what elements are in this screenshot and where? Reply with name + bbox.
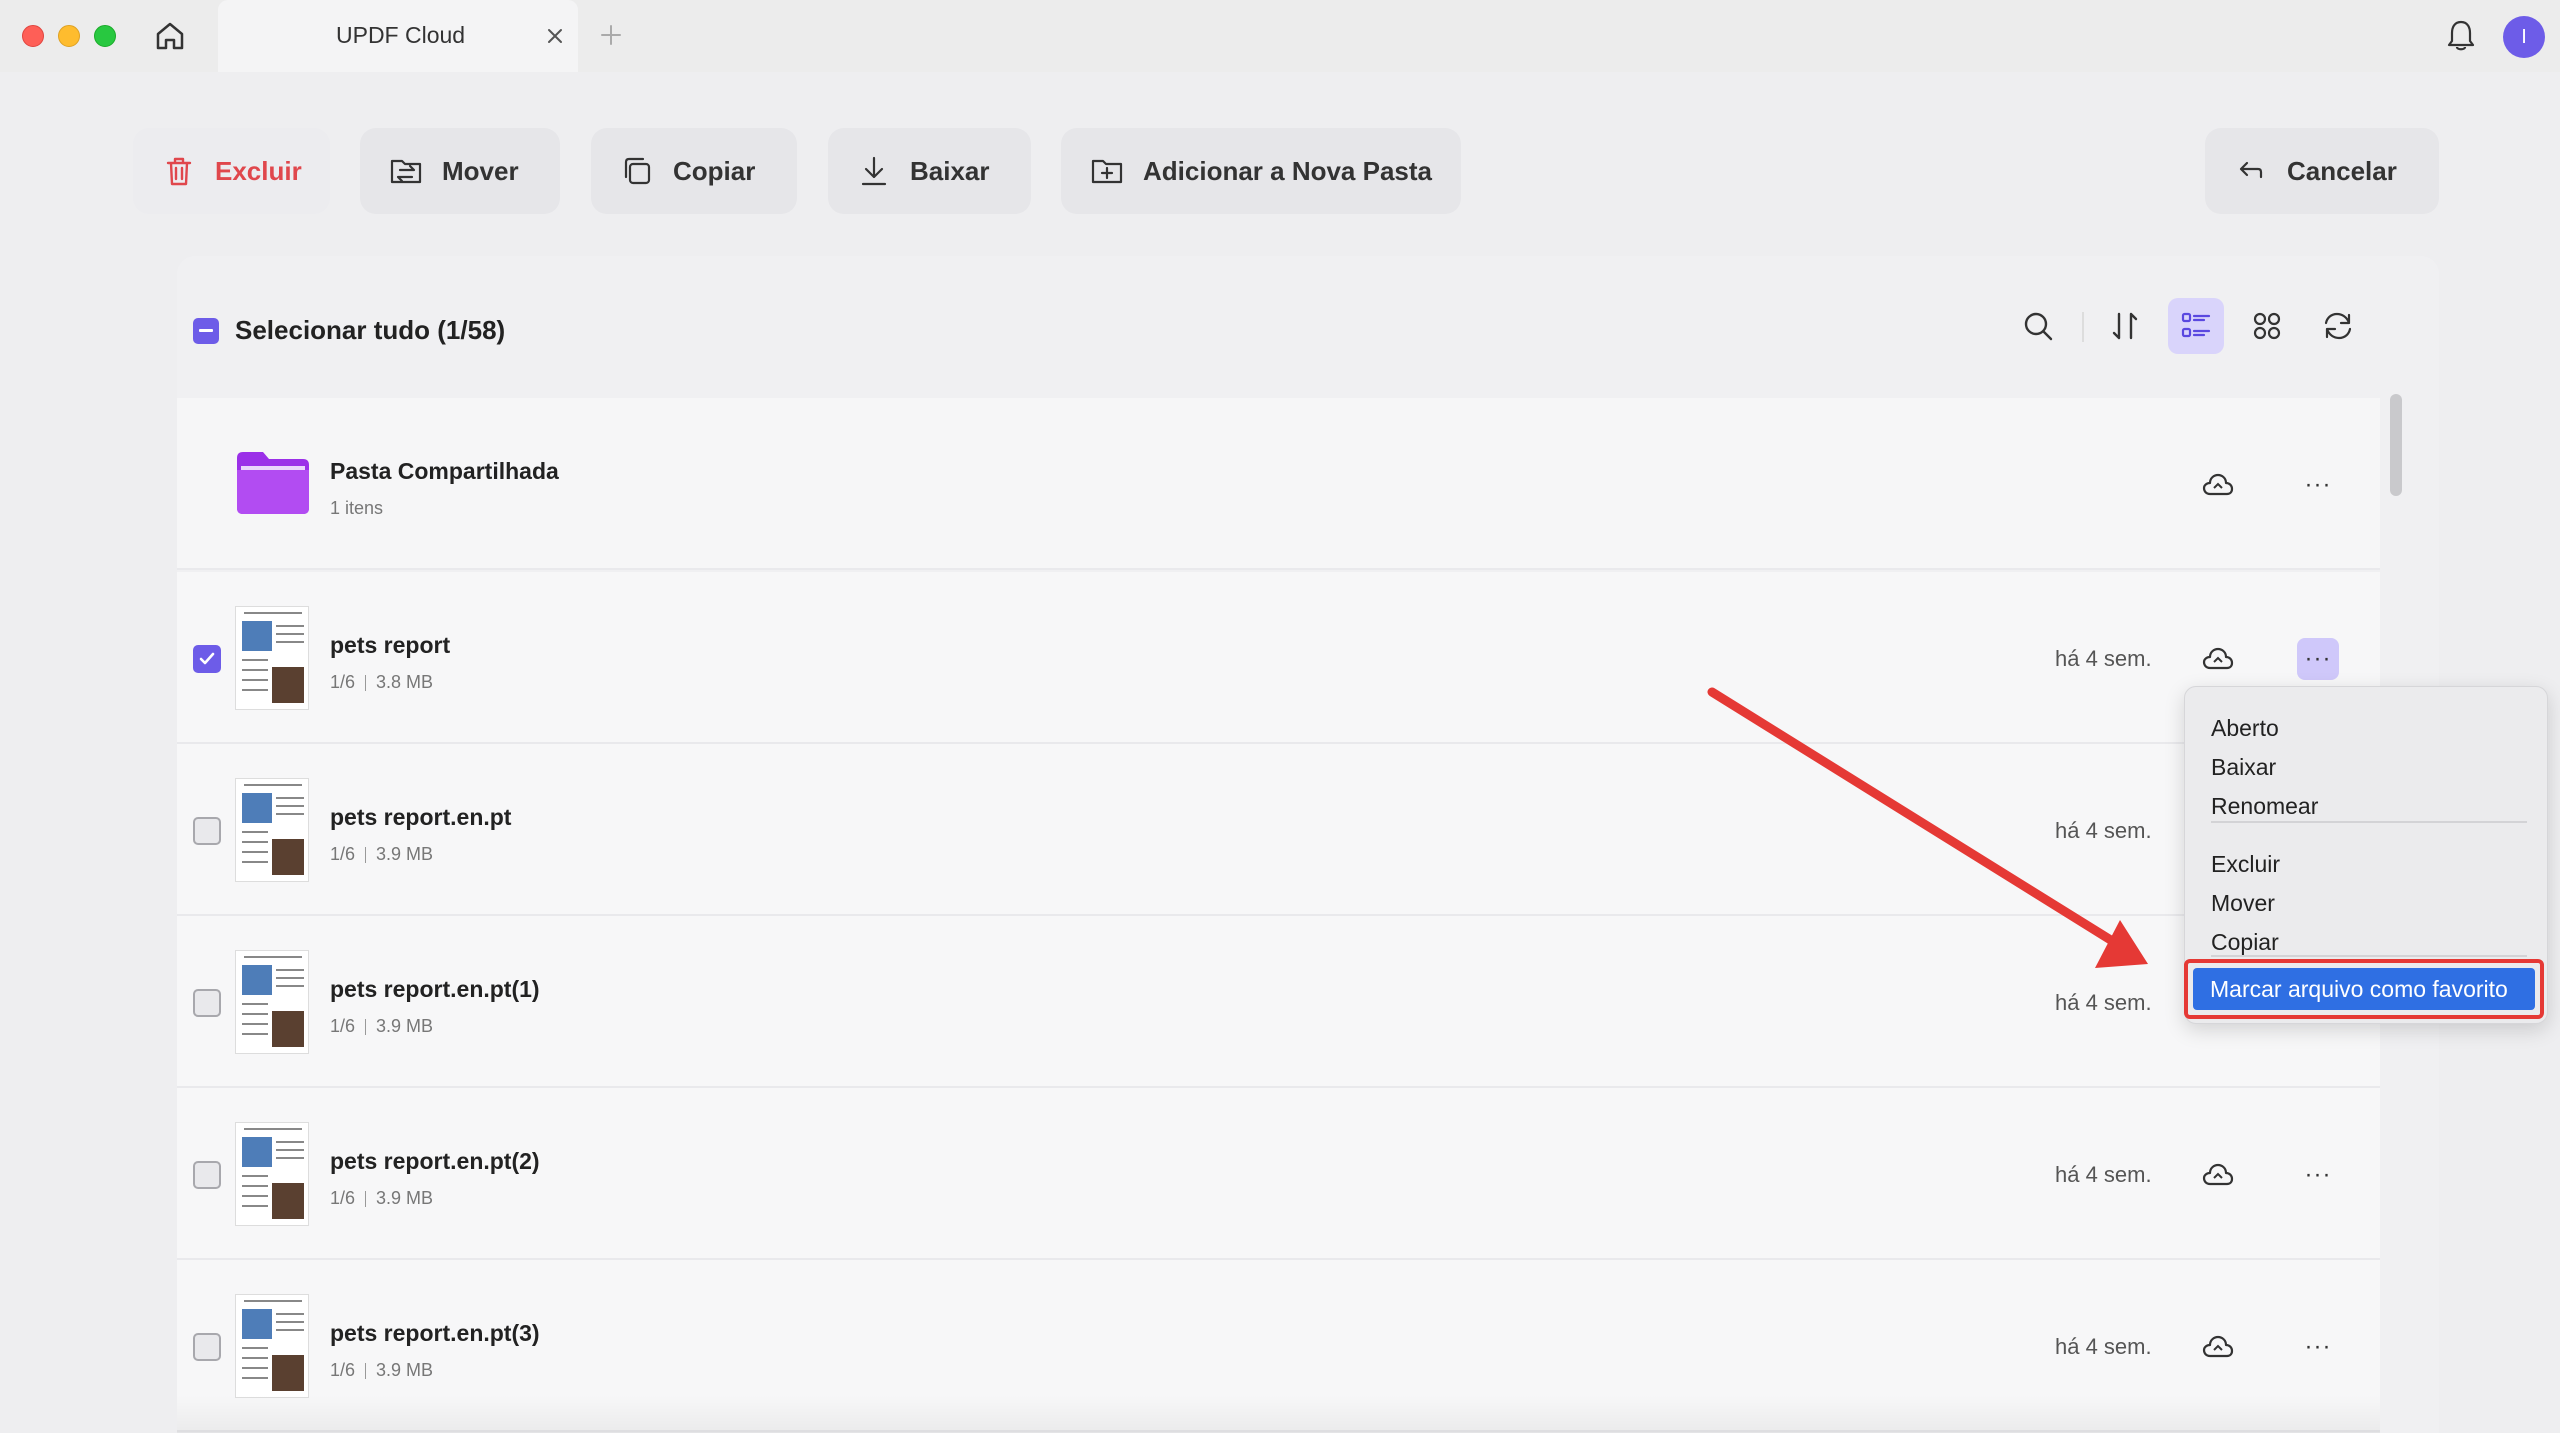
- sort-icon: [2112, 312, 2138, 340]
- file-checkbox[interactable]: [193, 645, 221, 673]
- partial-check-icon: [193, 317, 219, 344]
- list-item-file[interactable]: pets report.en.pt(1) 1/6 3.9 MB há 4 sem.: [177, 916, 2380, 1088]
- file-checkbox[interactable]: [193, 1161, 221, 1189]
- add-new-folder-button[interactable]: Adicionar a Nova Pasta: [1061, 128, 1461, 214]
- file-thumbnail: [235, 606, 309, 710]
- trash-icon: [166, 157, 192, 186]
- file-name: pets report.en.pt: [330, 804, 512, 830]
- more-options-button[interactable]: ···: [2297, 1326, 2339, 1368]
- annotation-highlight-box: [2184, 959, 2544, 1019]
- file-name: pets report.en.pt(2): [330, 1148, 540, 1174]
- list-item-file[interactable]: pets report.en.pt 1/6 3.9 MB há 4 sem.: [177, 744, 2380, 916]
- file-name: pets report: [330, 632, 451, 658]
- cancel-button[interactable]: Cancelar: [2205, 128, 2439, 214]
- select-all-checkbox[interactable]: Selecionar tudo (1/58): [193, 315, 505, 346]
- grid-view-icon: [2253, 312, 2281, 340]
- cancel-label: Cancelar: [2287, 155, 2397, 186]
- list-item-folder[interactable]: Pasta Compartilhada 1 itens ···: [177, 398, 2380, 570]
- file-meta: 1/6 3.9 MB: [330, 1360, 434, 1380]
- folder-icon: [237, 452, 309, 514]
- delete-button[interactable]: Excluir: [133, 128, 330, 214]
- file-list: Pasta Compartilhada 1 itens ··· pets rep…: [177, 398, 2380, 1433]
- file-thumbnail: [235, 950, 309, 1054]
- home-icon[interactable]: [150, 16, 190, 56]
- file-meta: 1/6 3.9 MB: [330, 1016, 434, 1036]
- file-checkbox[interactable]: [193, 1333, 221, 1361]
- download-label: Baixar: [910, 155, 990, 186]
- sort-button[interactable]: [2097, 298, 2153, 354]
- search-button[interactable]: [2010, 298, 2066, 354]
- file-meta: 1/6 3.8 MB: [330, 672, 434, 692]
- file-name: pets report.en.pt(1): [330, 976, 540, 1002]
- delete-label: Excluir: [215, 155, 302, 186]
- file-date: há 4 sem.: [2055, 990, 2152, 1015]
- tab-title: UPDF Cloud: [336, 22, 466, 48]
- menu-divider: [2211, 955, 2527, 957]
- checkmark-icon: [199, 652, 215, 665]
- more-options-button[interactable]: ···: [2297, 464, 2339, 506]
- file-checkbox[interactable]: [193, 817, 221, 845]
- file-name: Pasta Compartilhada: [330, 458, 559, 484]
- more-options-button[interactable]: ···: [2297, 638, 2339, 680]
- select-all-label: Selecionar tudo (1/58): [235, 315, 506, 345]
- file-meta: 1 itens: [330, 498, 384, 518]
- file-date: há 4 sem.: [2055, 1162, 2152, 1187]
- close-icon[interactable]: [543, 24, 567, 48]
- download-icon: [861, 156, 887, 186]
- move-folder-icon: [390, 159, 422, 184]
- list-view-button[interactable]: [2168, 298, 2224, 354]
- cloud-icon: [2202, 473, 2234, 496]
- file-meta: 1/6 3.9 MB: [330, 844, 434, 864]
- cloud-icon: [2202, 647, 2234, 670]
- grid-view-button[interactable]: [2239, 298, 2295, 354]
- move-label: Mover: [442, 155, 519, 186]
- avatar[interactable]: I: [2503, 16, 2545, 58]
- menu-divider: [2211, 821, 2527, 823]
- toolbar-divider: [2082, 312, 2084, 342]
- close-window-button[interactable]: [22, 25, 44, 47]
- list-bottom-fade: [177, 1395, 2380, 1433]
- file-name: pets report.en.pt(3): [330, 1320, 540, 1346]
- list-item-file[interactable]: pets report.en.pt(2) 1/6 3.9 MB há 4 sem.…: [177, 1088, 2380, 1260]
- cloud-icon: [2202, 1335, 2234, 1358]
- return-arrow-icon: [2239, 161, 2263, 179]
- list-item-file[interactable]: pets report 1/6 3.8 MB há 4 sem. ···: [177, 572, 2380, 744]
- new-folder-label: Adicionar a Nova Pasta: [1143, 155, 1432, 186]
- maximize-window-button[interactable]: [94, 25, 116, 47]
- move-button[interactable]: Mover: [360, 128, 560, 214]
- file-date: há 4 sem.: [2055, 818, 2152, 843]
- file-thumbnail: [235, 1294, 309, 1398]
- file-date: há 4 sem.: [2055, 1334, 2152, 1359]
- file-meta: 1/6 3.9 MB: [330, 1188, 434, 1208]
- file-thumbnail: [235, 1122, 309, 1226]
- bell-icon[interactable]: [2441, 16, 2481, 56]
- refresh-button[interactable]: [2310, 298, 2366, 354]
- plus-icon[interactable]: [598, 22, 624, 48]
- menu-item-copy[interactable]: Copiar: [2211, 929, 2279, 956]
- cloud-icon: [2202, 1163, 2234, 1186]
- minimize-window-button[interactable]: [58, 25, 80, 47]
- file-checkbox[interactable]: [193, 989, 221, 1017]
- more-options-button[interactable]: ···: [2297, 1154, 2339, 1196]
- tab-updf-cloud[interactable]: UPDF Cloud: [218, 0, 578, 72]
- download-button[interactable]: Baixar: [828, 128, 1031, 214]
- file-thumbnail: [235, 778, 309, 882]
- menu-item-move[interactable]: Mover: [2211, 890, 2275, 917]
- menu-item-delete[interactable]: Excluir: [2211, 851, 2280, 878]
- copy-button[interactable]: Copiar: [591, 128, 797, 214]
- menu-item-download[interactable]: Baixar: [2211, 754, 2276, 781]
- copy-label: Copiar: [673, 155, 756, 186]
- copy-icon: [624, 157, 651, 185]
- search-icon: [2024, 312, 2053, 341]
- folder-plus-icon: [1091, 159, 1123, 184]
- title-bar: UPDF Cloud I: [0, 0, 2560, 72]
- refresh-icon: [2324, 312, 2352, 340]
- list-view-icon: [2181, 312, 2211, 338]
- scrollbar-thumb[interactable]: [2390, 394, 2402, 496]
- menu-item-rename[interactable]: Renomear: [2211, 793, 2318, 820]
- menu-item-open[interactable]: Aberto: [2211, 715, 2279, 742]
- file-date: há 4 sem.: [2055, 646, 2152, 671]
